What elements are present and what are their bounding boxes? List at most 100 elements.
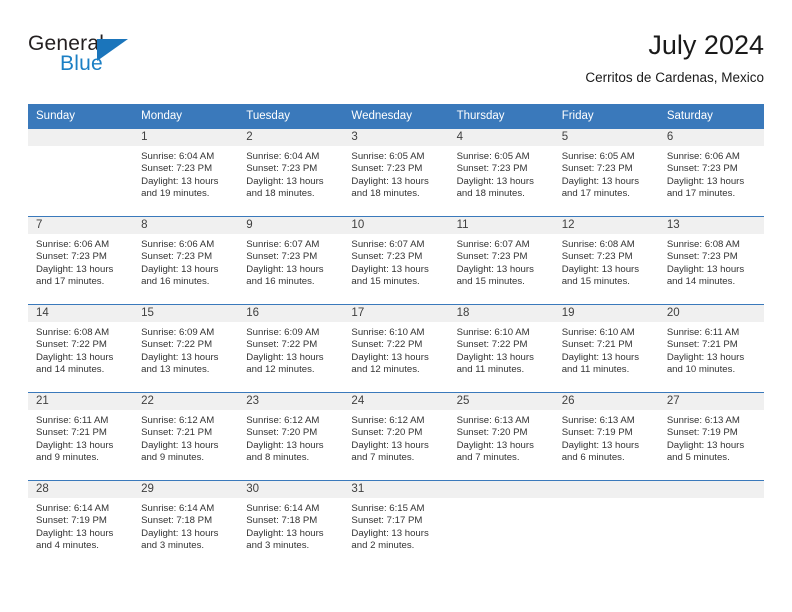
daylight-text-line1: Daylight: 13 hours bbox=[351, 175, 429, 187]
calendar-day-cell[interactable]: 19 Sunrise: 6:10 AM Sunset: 7:21 PM Dayligh… bbox=[553, 304, 659, 393]
calendar-day-cell[interactable] bbox=[28, 128, 134, 217]
calendar-day-cell[interactable]: 22 Sunrise: 6:12 AM Sunset: 7:21 PM Dayligh… bbox=[133, 392, 239, 481]
calendar-day-cell[interactable]: 18 Sunrise: 6:10 AM Sunset: 7:22 PM Dayligh… bbox=[448, 304, 554, 393]
calendar-day-cell[interactable]: 5 Sunrise: 6:05 AM Sunset: 7:23 PM Daylight… bbox=[553, 128, 659, 217]
calendar-day-cell[interactable]: 21 Sunrise: 6:11 AM Sunset: 7:21 PM Dayligh… bbox=[28, 392, 134, 481]
daylight-text-line2: and 12 minutes. bbox=[246, 363, 315, 375]
daylight-text-line2: and 12 minutes. bbox=[351, 363, 420, 375]
day-details: Sunrise: 6:04 AM Sunset: 7:23 PM Daylight:… bbox=[238, 146, 343, 200]
day-number: 7 bbox=[28, 217, 134, 234]
weekday-header-wednesday: Wednesday bbox=[343, 104, 449, 129]
daylight-text-line1: Daylight: 13 hours bbox=[561, 263, 640, 275]
day-number: 16 bbox=[238, 305, 344, 322]
daylight-text-line1: Daylight: 13 hours bbox=[36, 527, 114, 539]
day-number: 23 bbox=[238, 393, 344, 410]
sunrise-text: Sunrise: 6:07 AM bbox=[351, 239, 425, 250]
day-cell-content: 26 Sunrise: 6:13 AM Sunset: 7:19 PM Dayligh… bbox=[553, 393, 659, 480]
calendar-day-cell[interactable]: 14 Sunrise: 6:08 AM Sunset: 7:22 PM Dayligh… bbox=[28, 304, 134, 393]
daylight-text-line2: and 7 minutes. bbox=[351, 451, 415, 463]
day-details: Sunrise: 6:08 AM Sunset: 7:23 PM Daylight:… bbox=[554, 234, 659, 288]
day-cell-content: 31 Sunrise: 6:15 AM Sunset: 7:17 PM Dayligh… bbox=[343, 481, 449, 568]
daylight-text-line1: Daylight: 13 hours bbox=[561, 175, 640, 187]
calendar-day-cell[interactable]: 6 Sunrise: 6:06 AM Sunset: 7:23 PM Daylight… bbox=[658, 128, 764, 217]
daylight-text-line1: Daylight: 13 hours bbox=[351, 263, 429, 275]
sunrise-text: Sunrise: 6:05 AM bbox=[351, 151, 425, 162]
day-details: Sunrise: 6:13 AM Sunset: 7:20 PM Daylight:… bbox=[449, 410, 554, 464]
calendar-day-cell[interactable]: 17 Sunrise: 6:10 AM Sunset: 7:22 PM Dayligh… bbox=[343, 304, 449, 393]
daylight-text-line2: and 10 minutes. bbox=[666, 363, 736, 375]
daylight-text-line1: Daylight: 13 hours bbox=[246, 527, 324, 539]
day-details: Sunrise: 6:10 AM Sunset: 7:22 PM Daylight:… bbox=[449, 322, 554, 376]
calendar-day-cell[interactable]: 27 Sunrise: 6:13 AM Sunset: 7:19 PM Dayligh… bbox=[658, 392, 764, 481]
day-cell-content: 20 Sunrise: 6:11 AM Sunset: 7:21 PM Dayligh… bbox=[658, 305, 764, 392]
day-number: 28 bbox=[28, 481, 134, 498]
calendar-day-cell[interactable]: 16 Sunrise: 6:09 AM Sunset: 7:22 PM Dayligh… bbox=[238, 304, 344, 393]
weekday-header-tuesday: Tuesday bbox=[238, 104, 344, 129]
daylight-text-line2: and 13 minutes. bbox=[141, 363, 210, 375]
calendar-day-cell[interactable]: 4 Sunrise: 6:05 AM Sunset: 7:23 PM Daylight… bbox=[448, 128, 554, 217]
title-block: July 2024 Cerritos de Cardenas, Mexico bbox=[585, 28, 764, 88]
sunrise-text: Sunrise: 6:12 AM bbox=[351, 415, 425, 426]
calendar-day-cell[interactable]: 15 Sunrise: 6:09 AM Sunset: 7:22 PM Dayligh… bbox=[133, 304, 239, 393]
weekday-header-monday: Monday bbox=[133, 104, 239, 129]
day-details: Sunrise: 6:11 AM Sunset: 7:21 PM Daylight:… bbox=[28, 410, 133, 464]
sunset-text: Sunset: 7:19 PM bbox=[36, 515, 107, 527]
sunrise-text: Sunrise: 6:04 AM bbox=[246, 151, 320, 162]
calendar-day-cell[interactable]: 23 Sunrise: 6:12 AM Sunset: 7:20 PM Dayligh… bbox=[238, 392, 344, 481]
day-number bbox=[448, 481, 554, 498]
daylight-text-line2: and 11 minutes. bbox=[456, 363, 525, 375]
calendar-day-cell[interactable]: 29 Sunrise: 6:14 AM Sunset: 7:18 PM Dayligh… bbox=[133, 480, 239, 568]
daylight-text-line1: Daylight: 13 hours bbox=[456, 351, 534, 363]
calendar-day-cell[interactable]: 7 Sunrise: 6:06 AM Sunset: 7:23 PM Daylight… bbox=[28, 216, 134, 305]
day-number: 13 bbox=[658, 217, 764, 234]
day-details: Sunrise: 6:13 AM Sunset: 7:19 PM Daylight:… bbox=[659, 410, 764, 464]
calendar-day-cell[interactable]: 31 Sunrise: 6:15 AM Sunset: 7:17 PM Dayligh… bbox=[343, 480, 449, 568]
day-number: 24 bbox=[343, 393, 449, 410]
day-number: 1 bbox=[133, 129, 239, 146]
day-cell-content: 21 Sunrise: 6:11 AM Sunset: 7:21 PM Dayligh… bbox=[28, 393, 134, 480]
calendar-day-cell[interactable]: 3 Sunrise: 6:05 AM Sunset: 7:23 PM Daylight… bbox=[343, 128, 449, 217]
calendar-day-cell[interactable]: 9 Sunrise: 6:07 AM Sunset: 7:23 PM Daylight… bbox=[238, 216, 344, 305]
sunrise-text: Sunrise: 6:05 AM bbox=[456, 151, 530, 162]
daylight-text-line2: and 6 minutes. bbox=[561, 451, 625, 463]
calendar-day-cell[interactable]: 20 Sunrise: 6:11 AM Sunset: 7:21 PM Dayligh… bbox=[658, 304, 764, 393]
sunrise-text: Sunrise: 6:04 AM bbox=[141, 151, 215, 162]
calendar-day-cell[interactable] bbox=[658, 480, 764, 568]
day-details: Sunrise: 6:04 AM Sunset: 7:23 PM Daylight:… bbox=[133, 146, 238, 200]
daylight-text-line1: Daylight: 13 hours bbox=[141, 263, 219, 275]
daylight-text-line1: Daylight: 13 hours bbox=[351, 351, 429, 363]
sunrise-text: Sunrise: 6:12 AM bbox=[141, 415, 215, 426]
daylight-text-line1: Daylight: 13 hours bbox=[666, 351, 745, 363]
calendar-day-cell[interactable]: 12 Sunrise: 6:08 AM Sunset: 7:23 PM Dayligh… bbox=[553, 216, 659, 305]
calendar-day-cell[interactable]: 11 Sunrise: 6:07 AM Sunset: 7:23 PM Dayligh… bbox=[448, 216, 554, 305]
day-cell-content: 14 Sunrise: 6:08 AM Sunset: 7:22 PM Dayligh… bbox=[28, 305, 134, 392]
day-details: Sunrise: 6:06 AM Sunset: 7:23 PM Daylight:… bbox=[659, 146, 764, 200]
calendar-day-cell[interactable]: 25 Sunrise: 6:13 AM Sunset: 7:20 PM Dayligh… bbox=[448, 392, 554, 481]
sunset-text: Sunset: 7:23 PM bbox=[351, 163, 423, 175]
day-cell-content: 6 Sunrise: 6:06 AM Sunset: 7:23 PM Daylight… bbox=[658, 129, 764, 216]
calendar-day-cell[interactable]: 24 Sunrise: 6:12 AM Sunset: 7:20 PM Dayligh… bbox=[343, 392, 449, 481]
calendar-day-cell[interactable]: 2 Sunrise: 6:04 AM Sunset: 7:23 PM Daylight… bbox=[238, 128, 344, 217]
sunrise-text: Sunrise: 6:13 AM bbox=[666, 415, 740, 426]
daylight-text-line1: Daylight: 13 hours bbox=[141, 351, 219, 363]
daylight-text-line2: and 9 minutes. bbox=[36, 451, 99, 463]
calendar-day-cell[interactable] bbox=[448, 480, 554, 568]
calendar-day-cell[interactable]: 28 Sunrise: 6:14 AM Sunset: 7:19 PM Dayligh… bbox=[28, 480, 134, 568]
sunrise-text: Sunrise: 6:12 AM bbox=[246, 415, 320, 426]
calendar-day-cell[interactable] bbox=[553, 480, 659, 568]
day-details: Sunrise: 6:05 AM Sunset: 7:23 PM Daylight:… bbox=[449, 146, 554, 200]
day-cell-content: 11 Sunrise: 6:07 AM Sunset: 7:23 PM Dayligh… bbox=[448, 217, 554, 304]
daylight-text-line1: Daylight: 13 hours bbox=[36, 351, 114, 363]
day-details: Sunrise: 6:07 AM Sunset: 7:23 PM Daylight:… bbox=[449, 234, 554, 288]
calendar-day-cell[interactable]: 30 Sunrise: 6:14 AM Sunset: 7:18 PM Dayligh… bbox=[238, 480, 344, 568]
calendar-day-cell[interactable]: 13 Sunrise: 6:08 AM Sunset: 7:23 PM Dayligh… bbox=[658, 216, 764, 305]
calendar-day-cell[interactable]: 1 Sunrise: 6:04 AM Sunset: 7:23 PM Daylight… bbox=[133, 128, 239, 217]
day-cell-content: 22 Sunrise: 6:12 AM Sunset: 7:21 PM Dayligh… bbox=[133, 393, 239, 480]
day-cell-content: 17 Sunrise: 6:10 AM Sunset: 7:22 PM Dayligh… bbox=[343, 305, 449, 392]
day-number: 4 bbox=[448, 129, 554, 146]
logo-general-blue[interactable]: General Blue bbox=[28, 32, 208, 86]
calendar-day-cell[interactable]: 26 Sunrise: 6:13 AM Sunset: 7:19 PM Dayligh… bbox=[553, 392, 659, 481]
day-number: 21 bbox=[28, 393, 134, 410]
calendar-day-cell[interactable]: 8 Sunrise: 6:06 AM Sunset: 7:23 PM Daylight… bbox=[133, 216, 239, 305]
calendar-day-cell[interactable]: 10 Sunrise: 6:07 AM Sunset: 7:23 PM Dayligh… bbox=[343, 216, 449, 305]
